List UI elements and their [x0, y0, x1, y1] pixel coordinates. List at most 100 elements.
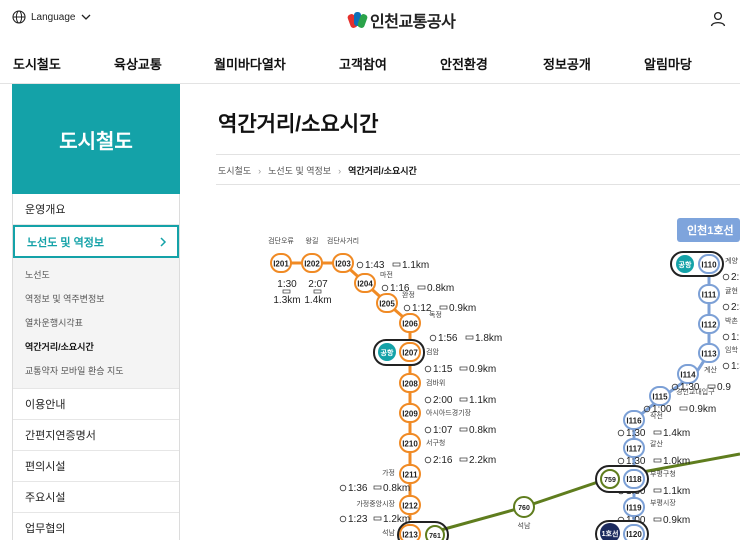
station-I201-code: I201	[273, 260, 289, 269]
segment-distance: 1.8km	[475, 333, 502, 344]
station-name: 귤현	[725, 287, 738, 295]
station-I205-code: I205	[379, 300, 395, 309]
station-name: 경인교대입구	[676, 387, 715, 396]
station-name: 계양	[725, 256, 738, 265]
segment-distance: 0.9	[717, 382, 731, 393]
clock-icon	[381, 284, 389, 292]
station-name: 작전	[650, 411, 663, 420]
station-name: 마전	[380, 270, 393, 279]
segment-time: 1:56	[438, 333, 458, 344]
segment-time: 1:43	[365, 260, 385, 271]
segment-time: 2:00	[433, 395, 453, 406]
station-I210-code: I210	[402, 440, 418, 449]
segment-distance: 1.4km	[304, 295, 331, 306]
distance-icon	[282, 289, 291, 294]
clock-icon	[617, 429, 625, 437]
segment-distance: 1.0km	[663, 456, 690, 467]
segment-time: 2:	[731, 272, 739, 283]
station-I113-code: I113	[701, 350, 717, 359]
clock-icon	[429, 334, 437, 342]
clock-icon	[722, 303, 730, 311]
station-code: 759	[604, 477, 616, 484]
station-I207-code: I207	[402, 349, 418, 358]
station-code: I118	[626, 475, 642, 484]
distance-icon	[439, 305, 448, 310]
station-name: 검암	[426, 348, 439, 356]
station-name: 검단오류	[268, 236, 294, 245]
distance-icon	[653, 430, 662, 435]
segment-distance: 2.2km	[469, 455, 496, 466]
segment-time: 1:30	[626, 428, 646, 439]
station-I203-code: I203	[335, 260, 351, 269]
station-name: 완정	[402, 290, 415, 299]
distance-icon	[459, 366, 468, 371]
station-I116-code: I116	[626, 417, 642, 426]
station-I115-code: I115	[652, 393, 668, 402]
distance-icon	[313, 289, 322, 294]
station-name: 갈산	[650, 439, 663, 448]
distance-icon	[392, 262, 401, 267]
station-name: 석남	[518, 521, 531, 530]
distance-icon	[653, 517, 662, 522]
line1-track	[632, 263, 711, 540]
distance-icon	[459, 457, 468, 462]
station-name: 아시아드경기장	[426, 408, 472, 417]
station-name: 석남	[382, 528, 395, 537]
distance-icon	[653, 488, 662, 493]
segment-time: 2:16	[433, 455, 453, 466]
station-I211-code: I211	[402, 471, 418, 480]
segment-distance: 0.8km	[427, 283, 454, 294]
segment-time: 1:30	[731, 361, 740, 372]
segment-distance: 0.8km	[469, 425, 496, 436]
station-I110-code: I110	[701, 261, 717, 270]
segment-distance: 0.9km	[663, 515, 690, 526]
segment-distance: 1.4km	[663, 428, 690, 439]
station-name: 검바위	[426, 378, 445, 387]
distance-icon	[653, 458, 662, 463]
clock-icon	[722, 333, 730, 341]
station-I212-code: I212	[402, 502, 418, 511]
station-name: 서구청	[426, 438, 445, 447]
segment-time: 1:36	[348, 483, 368, 494]
station-I209-code: I209	[402, 410, 418, 419]
airport-label: 공항	[679, 260, 692, 269]
clock-icon	[424, 396, 432, 404]
station-name: 독정	[429, 310, 442, 319]
segment-time: 1:15	[433, 364, 453, 375]
station-name: 박촌	[725, 316, 738, 325]
station-name: 왕길	[306, 236, 319, 245]
station-I111-code: I111	[702, 291, 717, 300]
segment-time: 1:23	[348, 514, 368, 525]
line1-badge-label: 1호선	[602, 529, 619, 538]
distance-icon	[417, 285, 426, 290]
distance-icon	[679, 406, 688, 411]
station-code: 760	[518, 505, 530, 512]
station-I119-code: I119	[626, 504, 642, 513]
station-name: 부평구청	[650, 469, 676, 478]
station-I208-code: I208	[402, 380, 418, 389]
station-I202-code: I202	[304, 260, 320, 269]
distance-icon	[373, 516, 382, 521]
station-I213-code: I213	[402, 531, 418, 540]
segment-time: 2:30	[731, 302, 740, 313]
segment-time: 1:07	[433, 425, 453, 436]
clock-icon	[339, 484, 347, 492]
segment-distance: 0.9km	[449, 303, 476, 314]
segment-distance: 0.9km	[469, 364, 496, 375]
segment-distance: 0.8km	[383, 483, 410, 494]
distance-icon	[459, 427, 468, 432]
station-code: I120	[626, 530, 642, 539]
clock-icon	[617, 457, 625, 465]
station-name: 가정	[382, 468, 395, 477]
segment-time: 2:07	[308, 279, 328, 290]
station-code: 761	[429, 533, 441, 540]
distance-icon	[465, 335, 474, 340]
station-name: 검단사거리	[327, 236, 359, 245]
segment-time: 1:	[731, 332, 739, 343]
distance-icon	[373, 485, 382, 490]
clock-icon	[424, 426, 432, 434]
clock-icon	[339, 515, 347, 523]
segment-distance: 1.1km	[469, 395, 496, 406]
segment-distance: 1.3km	[273, 295, 300, 306]
clock-icon	[403, 304, 411, 312]
